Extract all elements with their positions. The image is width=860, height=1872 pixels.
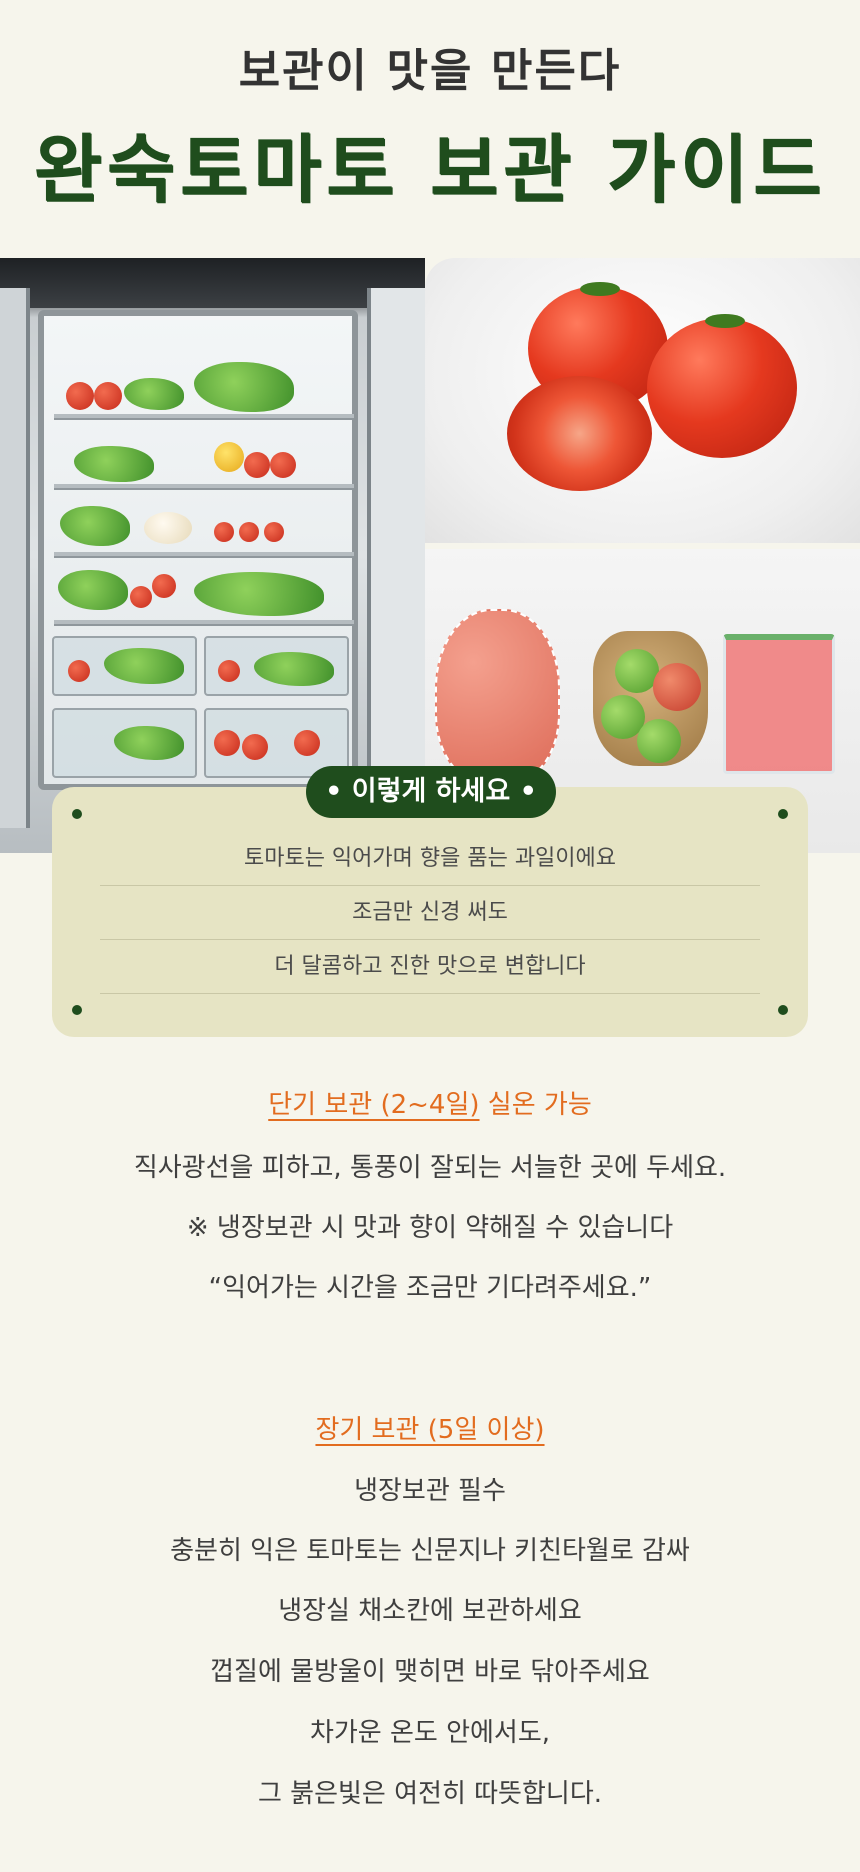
short-term-line: ※ 냉장보관 시 맛과 향이 약해질 수 있습니다 <box>186 1213 674 1243</box>
tomato-shape <box>294 730 320 756</box>
long-term-line: 충분히 익은 토마토는 신문지나 키친타월로 감싸 <box>170 1536 690 1566</box>
tomato-stem <box>580 282 620 296</box>
card-line: 조금만 신경 써도 <box>100 886 760 940</box>
tomato-shape <box>239 522 259 542</box>
long-term-line: 냉장실 채소칸에 보관하세요 <box>278 1596 582 1626</box>
tomato-shape <box>66 382 94 410</box>
short-term-section: 단기 보관 (2~4일) 실온 가능 <box>0 1085 860 1125</box>
zip-bag-tomatoes <box>723 634 835 774</box>
long-term-title: 장기 보관 (5일 이상) <box>315 1415 545 1445</box>
tomato-shape <box>152 574 176 598</box>
card-line: 토마토는 익어가며 향을 품는 과일이에요 <box>100 832 760 886</box>
long-term-line: 껍질에 물방울이 맺히면 바로 닦아주세요 <box>210 1657 650 1687</box>
lettuce-shape <box>58 570 128 610</box>
tomato-shape <box>270 452 296 478</box>
fridge-top-panel <box>0 258 425 308</box>
tomatoes-image <box>425 258 860 543</box>
fridge-image <box>0 258 425 853</box>
long-term-line: 차가운 온도 안에서도, <box>309 1718 551 1748</box>
egg-shape <box>144 512 192 544</box>
page-title: 완숙토마토 보관 가이드 <box>33 127 827 213</box>
tomato-shape <box>264 522 284 542</box>
fridge-door-left <box>0 288 30 828</box>
fridge-shelf <box>54 620 354 626</box>
tomato-shape <box>214 522 234 542</box>
fridge-shelf <box>54 552 354 558</box>
fridge-shelf <box>54 414 354 420</box>
whole-tomato <box>647 318 797 458</box>
long-term-line: 냉장보관 필수 <box>354 1476 506 1506</box>
card-corner-dot <box>72 1005 82 1015</box>
tomato-shape <box>94 382 122 410</box>
short-term-line: “익어가는 시간을 조금만 기다려주세요.” <box>208 1273 652 1303</box>
tomato-stem <box>705 314 745 328</box>
short-term-title-rest: 실온 가능 <box>479 1090 592 1120</box>
fridge-shelf <box>54 484 354 490</box>
green-apple <box>637 719 681 763</box>
long-term-line: 그 붉은빛은 여전히 따뜻합니다. <box>257 1779 603 1809</box>
info-card: 토마토는 익어가며 향을 품는 과일이에요 조금만 신경 써도 더 달콤하고 진… <box>52 787 808 1037</box>
halved-tomato <box>507 376 652 491</box>
short-term-title-underlined: 단기 보관 (2~4일) <box>268 1090 480 1120</box>
lettuce-shape <box>74 446 154 482</box>
card-corner-dot <box>778 809 788 819</box>
lettuce-shape <box>194 362 294 412</box>
short-term-title: 단기 보관 (2~4일) 실온 가능 <box>0 1085 860 1125</box>
fridge-interior <box>38 310 358 790</box>
tomato-shape <box>244 452 270 478</box>
tomato-shape <box>130 586 152 608</box>
card-badge: • 이렇게 하세요 • <box>306 766 556 818</box>
header: 보관이 맛을 만든다 완숙토마토 보관 가이드 <box>0 0 860 256</box>
short-term-line: 직사광선을 피하고, 통풍이 잘되는 서늘한 곳에 두세요. <box>133 1153 727 1183</box>
lemon-shape <box>214 442 244 472</box>
lettuce-shape <box>194 572 324 616</box>
card-corner-dot <box>778 1005 788 1015</box>
tomato-shape <box>214 730 240 756</box>
red-apple <box>653 663 701 711</box>
fridge-door-right <box>367 288 425 828</box>
lettuce-shape <box>124 378 184 410</box>
page-subtitle: 보관이 맛을 만든다 <box>238 44 622 97</box>
tomato-shape <box>218 660 240 682</box>
card-corner-dot <box>72 809 82 819</box>
net-bag-tomatoes <box>435 609 560 784</box>
tomato-shape <box>242 734 268 760</box>
long-term-section: 장기 보관 (5일 이상) <box>0 1410 860 1453</box>
card-line: 더 달콤하고 진한 맛으로 변합니다 <box>100 940 760 994</box>
lettuce-shape <box>60 506 130 546</box>
tomato-shape <box>68 660 90 682</box>
